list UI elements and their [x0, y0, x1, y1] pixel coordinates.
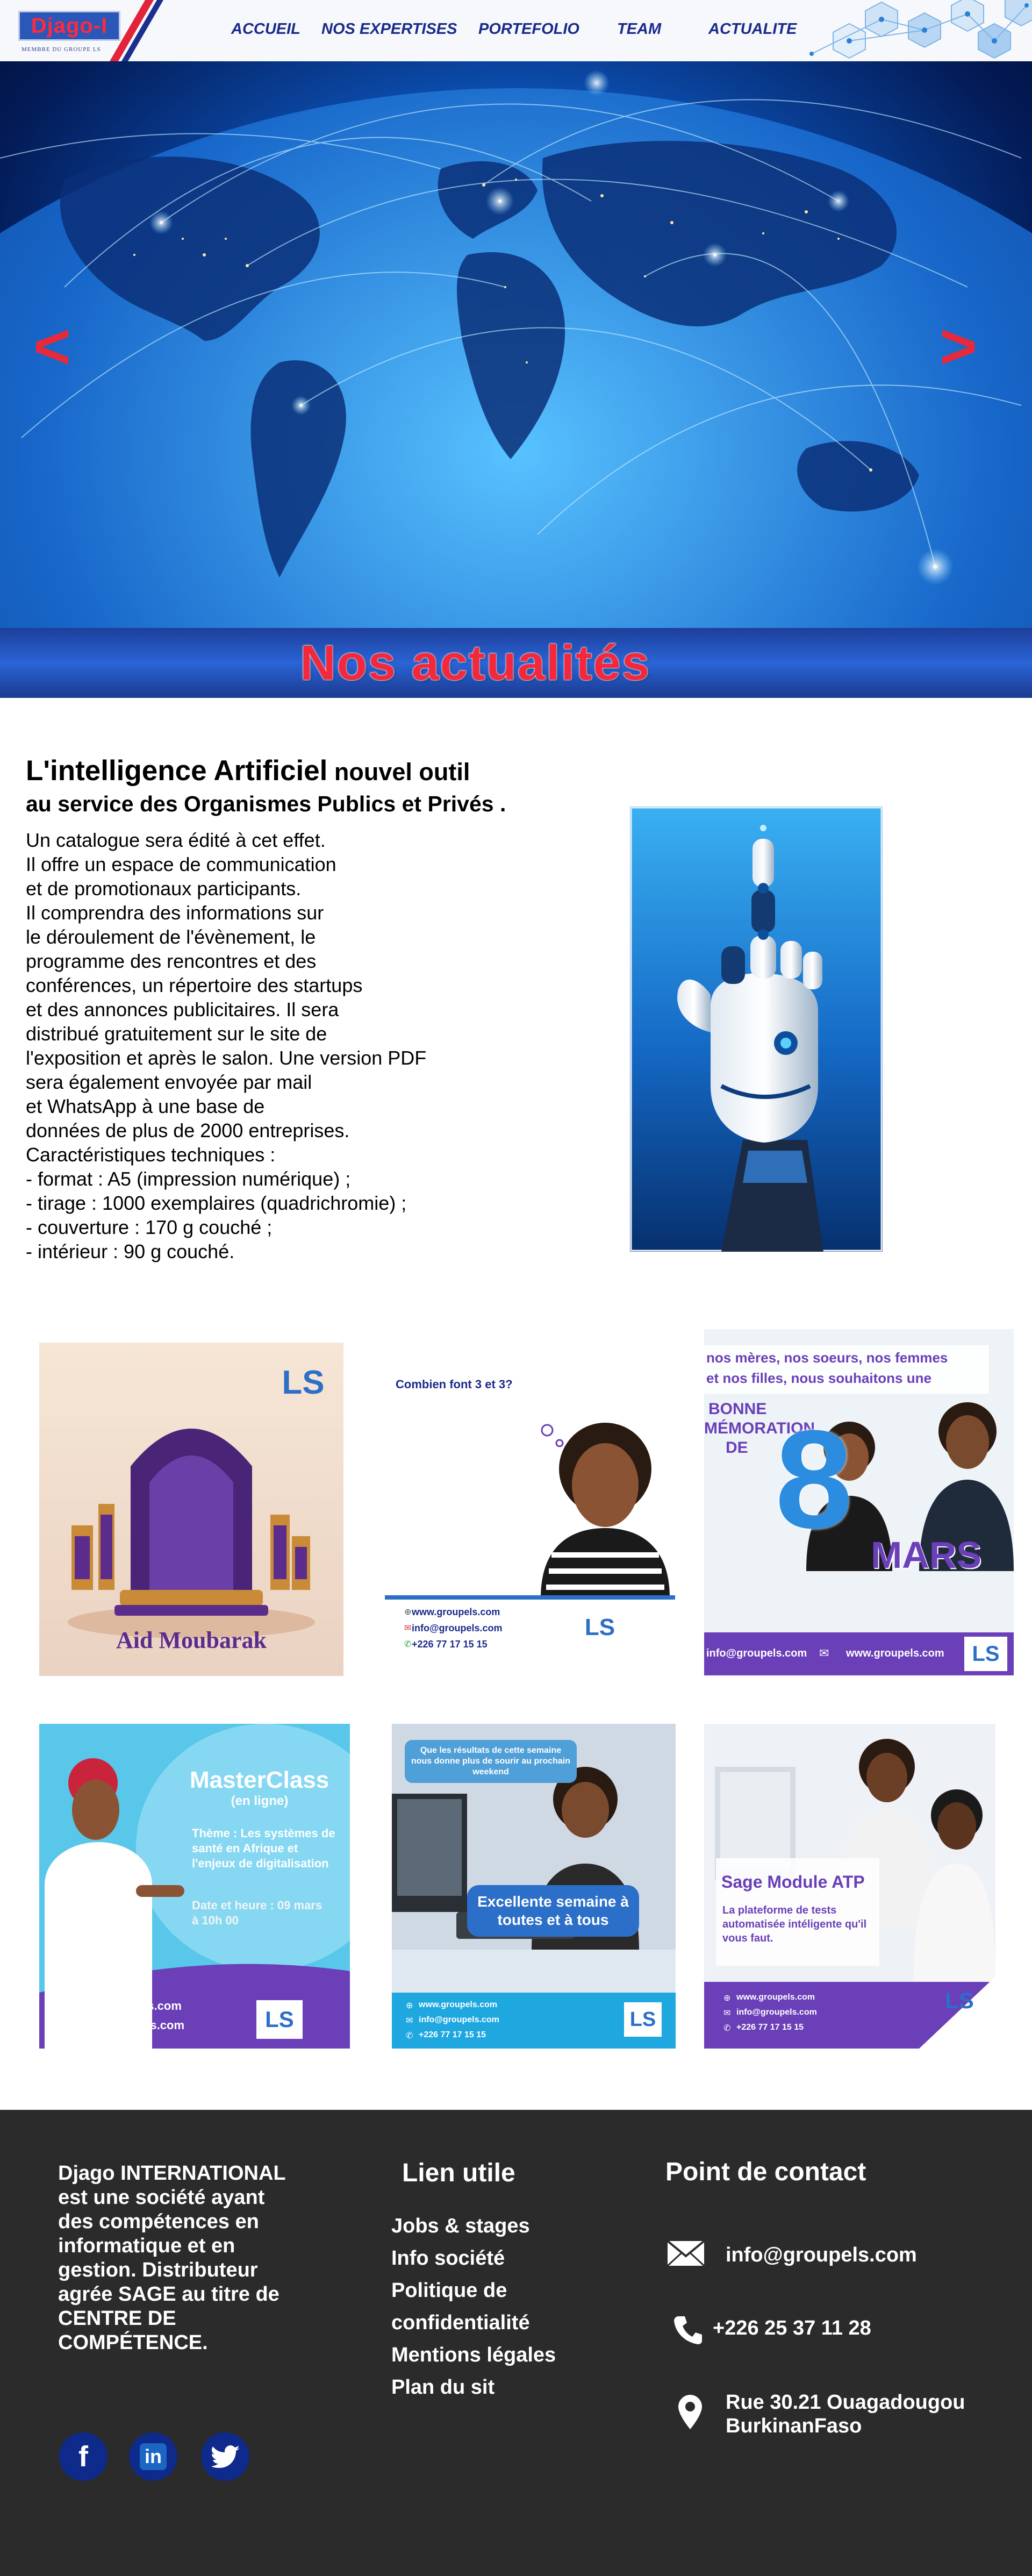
quiz-question: Combien font 3 et 3?	[396, 1378, 513, 1391]
card-web: www.groupels.com	[846, 1647, 944, 1659]
card-month: MARS	[871, 1534, 982, 1576]
card-web: www.groupels.com	[412, 1607, 500, 1617]
card-mail: info@groupels.com	[419, 2015, 499, 2024]
article-subtitle: au service des Organismes Publics et Pri…	[26, 791, 506, 816]
whatsapp-icon: ✆	[406, 2031, 413, 2040]
news-banner-title: Nos actualités	[300, 636, 650, 690]
masterclass-title: MasterClass	[190, 1767, 329, 1793]
news-banner: Nos actualités	[0, 628, 1032, 698]
footer-link-info-societe[interactable]: Info société	[391, 2242, 505, 2274]
ls-logo: LS	[282, 1364, 325, 1401]
footer-link-jobs[interactable]: Jobs & stages	[391, 2210, 530, 2242]
linkedin-link[interactable]: in	[129, 2432, 177, 2481]
card-mail: info@groupels.com	[706, 1647, 807, 1659]
footer-contact-title: Point de contact	[665, 2158, 866, 2186]
gallery-card-quiz[interactable]: Combien font 3 et 3? www.groupels.com in…	[385, 1324, 675, 1659]
envelope-icon	[666, 2240, 705, 2267]
sage-text: La plateforme de tests automatisée intél…	[722, 1904, 867, 1944]
card-line1: nos mères, nos soeurs, nos femmes	[706, 1350, 948, 1366]
nav-actualite[interactable]: ACTUALITE	[708, 20, 797, 38]
location-pin-icon	[678, 2395, 702, 2429]
twitter-icon	[212, 2445, 240, 2468]
slider-prev-arrow[interactable]: <	[33, 314, 71, 379]
globe-icon: ⊕	[404, 1608, 412, 1617]
facebook-icon: f	[78, 2441, 88, 2473]
linkedin-icon: in	[145, 2445, 162, 2467]
gallery-card-sage-atp[interactable]: Sage Module ATP La plateforme de tests a…	[704, 1724, 995, 2049]
ls-logo: LS	[624, 2002, 662, 2037]
mail-icon: ✉	[404, 1624, 412, 1633]
footer-link-mentions[interactable]: Mentions légales	[391, 2339, 556, 2371]
article-title-main: L'intelligence Artificiel	[26, 755, 328, 787]
card-phone: +226 77 17 15 15	[419, 2030, 486, 2039]
whatsapp-icon: ✆	[723, 2024, 731, 2033]
article-title-small: nouvel outil	[327, 758, 470, 786]
ls-logo: LS	[945, 1988, 974, 2013]
slider-next-arrow[interactable]: >	[940, 314, 977, 379]
network-decoration	[809, 0, 1032, 59]
masterclass-date: Date et heure : 09 mars à 10h 00	[192, 1899, 322, 1927]
nav-expertises[interactable]: NOS EXPERTISES	[321, 20, 457, 38]
footer-address-line2: BurkinanFaso	[726, 2415, 862, 2437]
phone-icon	[674, 2316, 702, 2344]
globe-icon: ⊕	[723, 1994, 731, 2003]
mail-icon: ✉	[723, 2009, 731, 2018]
card-bonne: BONNE	[708, 1400, 767, 1418]
footer-about-text: Djago INTERNATIONAL est une société ayan…	[58, 2162, 285, 2354]
mail-icon: ✉	[819, 1646, 829, 1660]
gallery-card-masterclass[interactable]: MasterClass (en ligne) Thème : Les systè…	[39, 1724, 350, 2049]
hero-slider: < >	[0, 61, 1032, 628]
site-header: Djago-I MEMBRE DU GROUPE LS ACCUEIL NOS …	[0, 0, 1032, 61]
footer-link-confidentialite[interactable]: confidentialité	[391, 2307, 530, 2339]
earth-network-image	[0, 61, 1032, 628]
gallery-card-excellente-semaine[interactable]: Que les résultats de cette semaine nous …	[392, 1724, 676, 2049]
twitter-link[interactable]	[201, 2432, 249, 2481]
globe-icon: ⊕	[59, 1999, 68, 2011]
ls-logo: LS	[964, 1637, 1007, 1671]
facebook-link[interactable]: f	[59, 2432, 108, 2481]
footer-email[interactable]: info@groupels.com	[726, 2243, 917, 2267]
masterclass-theme: Thème : Les systèmes de santé en Afrique…	[192, 1826, 335, 1870]
mail-icon: ✉	[59, 2018, 68, 2030]
card-caption: Aid Moubarak	[116, 1627, 267, 1653]
card-mail: info@groupels.com	[74, 2018, 185, 2032]
card-web: www.groupels.com	[419, 2000, 498, 2009]
footer-link-politique[interactable]: Politique de	[391, 2274, 507, 2307]
globe-icon: ⊕	[406, 2001, 413, 2010]
logo[interactable]: Djago-I	[18, 11, 120, 41]
sage-title: Sage Module ATP	[721, 1872, 865, 1892]
gallery-card-8-mars[interactable]: nos mères, nos soeurs, nos femmes et nos…	[704, 1329, 1014, 1675]
card-mail: info@groupels.com	[736, 2008, 817, 2017]
article-title: L'intelligence Artificiel nouvel outil	[26, 754, 590, 789]
woman-thinking-photo	[541, 1423, 670, 1598]
footer-links-title: Lien utile	[402, 2159, 515, 2187]
card-divider	[385, 1595, 675, 1600]
card-phone: +226 77 17 15 15	[412, 1639, 488, 1650]
card-day-number: 8	[775, 1402, 853, 1558]
nav-team[interactable]: TEAM	[617, 20, 661, 38]
card-line2: et nos filles, nous souhaitons une	[706, 1370, 931, 1386]
nav-accueil[interactable]: ACCUEIL	[231, 20, 300, 38]
footer-address-line1: Rue 30.21 Ouagadougou	[726, 2391, 965, 2414]
footer-phone[interactable]: +226 25 37 11 28	[713, 2316, 871, 2340]
card-phone: +226 77 17 15 15	[736, 2023, 804, 2032]
ls-logo: LS	[584, 1614, 615, 1640]
whatsapp-icon: ✆	[404, 1640, 412, 1649]
card-speech-bubble: Que les résultats de cette semaine nous …	[405, 1740, 577, 1783]
masterclass-subtitle: (en ligne)	[231, 1794, 289, 1808]
ls-logo: LS	[256, 2000, 303, 2039]
card-mail: info@groupels.com	[412, 1623, 503, 1633]
footer-link-plan[interactable]: Plan du sit	[391, 2371, 494, 2403]
gallery-card-aid-moubarak[interactable]: Aid Moubarak LS	[39, 1343, 343, 1676]
nav-portefolio[interactable]: PORTEFOLIO	[478, 20, 579, 38]
card-web: www.groupels.com	[736, 1993, 815, 2002]
card-message: Excellente semaine à toutes et à tous	[467, 1885, 639, 1937]
logo-tagline: MEMBRE DU GROUPE LS	[22, 46, 101, 53]
article-body: Un catalogue sera édité à cet effet. Il …	[26, 829, 427, 1262]
robot-hand-image	[630, 807, 883, 1252]
mail-icon: ✉	[406, 2016, 413, 2025]
card-web: www.groupels.com	[74, 1999, 182, 2013]
card-de: DE	[726, 1439, 748, 1457]
